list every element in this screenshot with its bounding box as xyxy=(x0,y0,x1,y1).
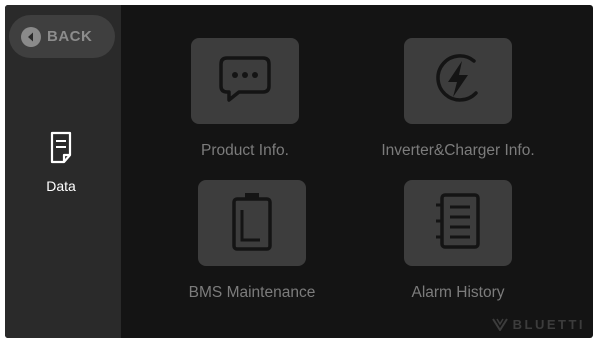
tile-icon-box xyxy=(191,38,299,124)
lightning-bolt-icon xyxy=(430,51,486,112)
back-arrow-icon xyxy=(21,26,41,47)
tile-label: Inverter&Charger Info. xyxy=(381,142,535,159)
sidebar: BACK Data xyxy=(5,5,121,338)
tile-product-info[interactable]: Product Info. xyxy=(155,38,335,160)
chat-bubble-icon xyxy=(217,54,273,109)
tile-icon-box xyxy=(404,38,512,124)
brand-logo-text: BLUETTI xyxy=(512,317,585,332)
tile-icon-box xyxy=(198,180,306,266)
document-icon xyxy=(49,131,73,170)
brand-logo: BLUETTI xyxy=(491,317,585,332)
tile-bms-maintenance[interactable]: BMS Maintenance xyxy=(162,180,342,302)
bluetti-logo-icon xyxy=(491,318,508,331)
tile-alarm-history[interactable]: Alarm History xyxy=(368,180,548,302)
sidebar-item-data[interactable]: Data xyxy=(23,131,99,209)
back-button[interactable]: BACK xyxy=(9,15,115,58)
tile-label: Alarm History xyxy=(411,284,505,301)
tile-icon-box xyxy=(404,180,512,266)
sidebar-item-label: Data xyxy=(46,178,76,194)
battery-icon xyxy=(230,190,274,257)
tile-label: Product Info. xyxy=(201,142,289,159)
tile-inverter-charger-info[interactable]: Inverter&Charger Info. xyxy=(368,38,548,160)
list-document-icon xyxy=(432,191,484,256)
device-screen: BACK Data Product Info. Inverter&Charger… xyxy=(5,5,593,338)
tile-label: BMS Maintenance xyxy=(188,284,316,301)
back-button-label: BACK xyxy=(47,28,93,45)
